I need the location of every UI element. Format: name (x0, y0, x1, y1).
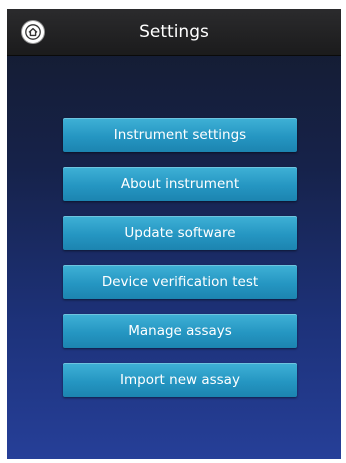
header-bar: Settings (7, 9, 341, 56)
page-title: Settings (139, 22, 209, 42)
update-software-button[interactable]: Update software (63, 216, 297, 250)
manage-assays-button[interactable]: Manage assays (63, 314, 297, 348)
device-verification-test-button[interactable]: Device verification test (63, 265, 297, 299)
settings-screen: Settings Instrument settings About instr… (7, 9, 341, 459)
about-instrument-button[interactable]: About instrument (63, 167, 297, 201)
home-icon (25, 24, 41, 40)
settings-menu: Instrument settings About instrument Upd… (63, 118, 297, 412)
instrument-settings-button[interactable]: Instrument settings (63, 118, 297, 152)
home-button[interactable] (22, 21, 44, 43)
import-new-assay-button[interactable]: Import new assay (63, 363, 297, 397)
